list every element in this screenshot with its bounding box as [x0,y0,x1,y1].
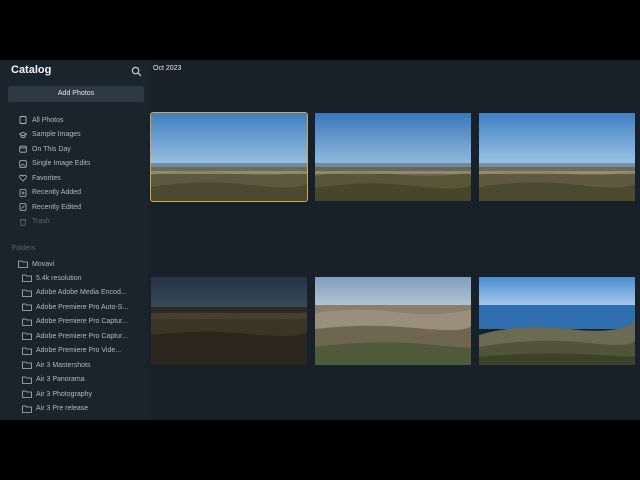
folder-item[interactable]: Air 3 Pre release [22,402,146,417]
photo-thumbnail-6[interactable] [479,277,635,365]
photo-grid-area: Oct 2023 [148,60,640,420]
catalog-nav: All Photos Sample Images On This Day Sin… [18,113,146,229]
folder-label: Movavi [32,260,55,268]
photo-thumbnail-3[interactable] [479,113,635,201]
folder-label: Adobe Premiere Pro Auto-S... [36,303,129,311]
nav-label: Recently Added [32,189,82,197]
folder-icon [22,289,32,297]
calendar-icon [18,144,28,154]
folder-label: 5.4k resolution [36,274,82,282]
photo-6-image [479,277,635,365]
photo-thumbnail-2[interactable] [315,113,471,201]
catalog-title: Catalog [11,64,52,76]
add-photos-button[interactable]: Add Photos [8,86,144,102]
folder-icon [18,260,28,268]
folder-item[interactable]: Adobe Premiere Pro Captur... [22,329,146,344]
date-group-header: Oct 2023 [153,65,182,72]
folder-label: Air 3 Pre release [36,405,89,413]
nav-item-all-photos[interactable]: All Photos [18,113,146,128]
nav-item-recently-edited[interactable]: Recently Edited [18,200,146,215]
nav-item-favorites[interactable]: Favorites [18,171,146,186]
graduation-cap-icon [18,130,28,140]
image-edit-icon [18,159,28,169]
folder-list: 5.4k resolution Adobe Adobe Media Encod..… [22,271,146,416]
folder-item[interactable]: Air 3 Panorama [22,373,146,388]
sidebar: Catalog Add Photos All Photos Sample Ima… [0,60,148,420]
folder-label: Adobe Premiere Pro Captur... [36,332,128,340]
folder-icon [22,376,32,384]
folder-item-movavi[interactable]: Movavi [18,258,54,270]
folder-item[interactable]: Adobe Adobe Media Encod... [22,286,146,301]
photo-thumbnail-1[interactable] [150,112,308,202]
nav-item-on-this-day[interactable]: On This Day [18,142,146,157]
photo-app-window: Catalog Add Photos All Photos Sample Ima… [0,60,640,420]
photo-3-image [479,113,635,201]
folder-item[interactable]: Air 3 Photography [22,387,146,402]
nav-item-single-image-edits[interactable]: Single Image Edits [18,157,146,172]
folder-label: Air 3 Mastershots [36,361,91,369]
search-icon[interactable] [131,64,142,77]
nav-label: Trash [32,218,50,226]
nav-label: Recently Edited [32,203,82,211]
recent-edit-icon [18,202,28,212]
nav-label: Single Image Edits [32,160,91,168]
photo-4-image [151,277,307,365]
nav-label: On This Day [32,145,71,153]
nav-item-sample-images[interactable]: Sample Images [18,128,146,143]
folders-heading: Folders [12,245,36,252]
folder-label: Air 3 Panorama [36,376,85,384]
folder-item[interactable]: Air 3 Mastershots [22,358,146,373]
photo-2-image [315,113,471,201]
folder-icon [22,318,32,326]
nav-label: Favorites [32,174,61,182]
recent-add-icon [18,188,28,198]
nav-item-trash[interactable]: Trash [18,215,146,230]
folder-icon [22,332,32,341]
folder-icon [22,405,32,413]
trash-icon [18,217,28,227]
nav-label: All Photos [32,116,64,124]
folder-label: Air 3 Photography [36,390,93,398]
folder-label: Adobe Adobe Media Encod... [36,289,127,297]
folder-icon [22,347,32,355]
folder-icon [22,274,32,283]
nav-item-recently-added[interactable]: Recently Added [18,186,146,201]
photo-thumbnail-4[interactable] [151,277,307,365]
folder-item[interactable]: Adobe Premiere Pro Captur... [22,315,146,330]
folder-icon [22,361,32,370]
nav-label: Sample Images [32,131,81,139]
folder-item[interactable]: Adobe Premiere Pro Vide... [22,344,146,359]
folder-item[interactable]: 5.4k resolution [22,271,146,286]
heart-icon [18,173,28,183]
folder-label: Adobe Premiere Pro Vide... [36,347,122,355]
photo-1-image [151,113,307,201]
folder-icon [22,303,32,312]
folder-item[interactable]: Adobe Premiere Pro Auto-S... [22,300,146,315]
folder-label: Adobe Premiere Pro Captur... [36,318,128,326]
photos-icon [18,115,28,125]
folder-icon [22,390,32,399]
photo-5-image [315,277,471,365]
photo-thumbnail-5[interactable] [315,277,471,365]
